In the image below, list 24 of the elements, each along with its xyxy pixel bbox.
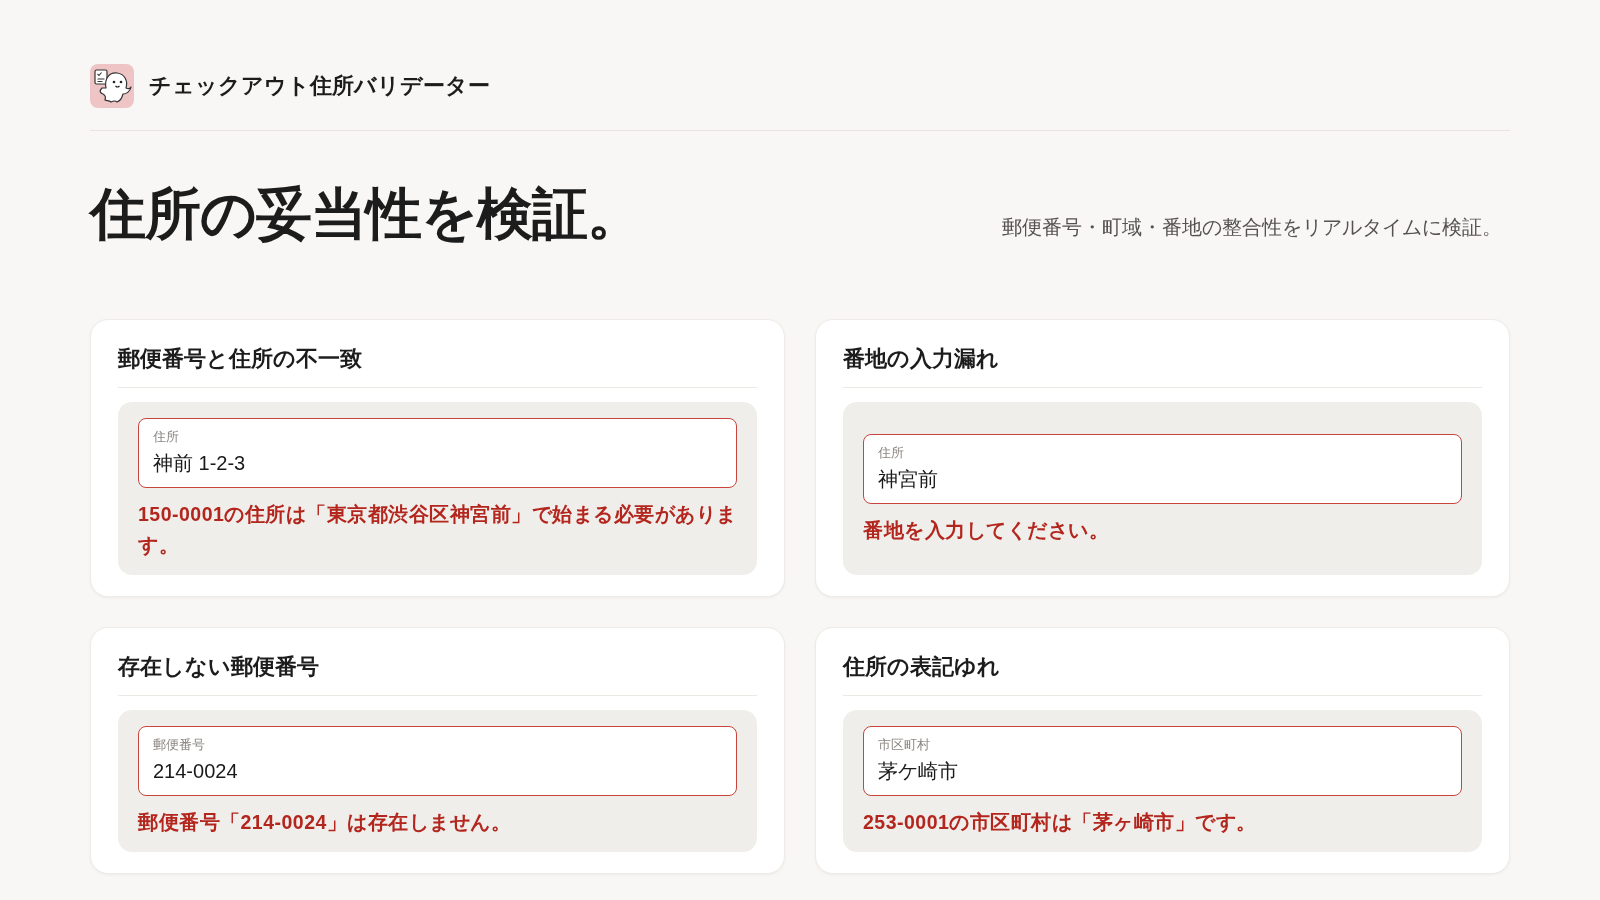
card-title: 存在しない郵便番号 <box>118 651 757 696</box>
field-label: 郵便番号 <box>153 736 205 754</box>
card-title: 番地の入力漏れ <box>843 343 1482 388</box>
text-field[interactable]: 住所 神前 1-2-3 <box>138 418 737 488</box>
text-field[interactable]: 市区町村 茅ケ崎市 <box>863 726 1462 796</box>
field-label: 市区町村 <box>878 736 930 754</box>
ghost-icon <box>90 64 134 108</box>
card-title: 郵便番号と住所の不一致 <box>118 343 757 388</box>
field-label: 住所 <box>878 443 904 462</box>
text-field[interactable]: 住所 神宮前 <box>863 433 1462 504</box>
field-value: 214-0024 <box>153 759 238 784</box>
text-field[interactable]: 郵便番号 214-0024 <box>138 726 737 796</box>
app-name: チェックアウト住所バリデーター <box>149 72 490 100</box>
error-message: 150-0001の住所は「東京都渋谷区神宮前」で始まる必要があります。 <box>138 502 737 558</box>
page-subtitle: 郵便番号・町域・番地の整合性をリアルタイムに検証。 <box>1002 215 1502 240</box>
error-message: 番地を入力してください。 <box>863 517 1110 543</box>
field-value: 神前 1-2-3 <box>153 451 246 476</box>
error-message: 253-0001の市区町村は「茅ヶ崎市」です。 <box>863 810 1258 835</box>
card-title: 住所の表記ゆれ <box>843 651 1482 696</box>
field-value: 神宮前 <box>878 466 938 492</box>
page-title: 住所の妥当性を検証。 <box>90 181 642 247</box>
field-value: 茅ケ崎市 <box>878 759 958 784</box>
field-label: 住所 <box>153 428 179 446</box>
error-message: 郵便番号「214-0024」は存在しません。 <box>138 810 513 835</box>
